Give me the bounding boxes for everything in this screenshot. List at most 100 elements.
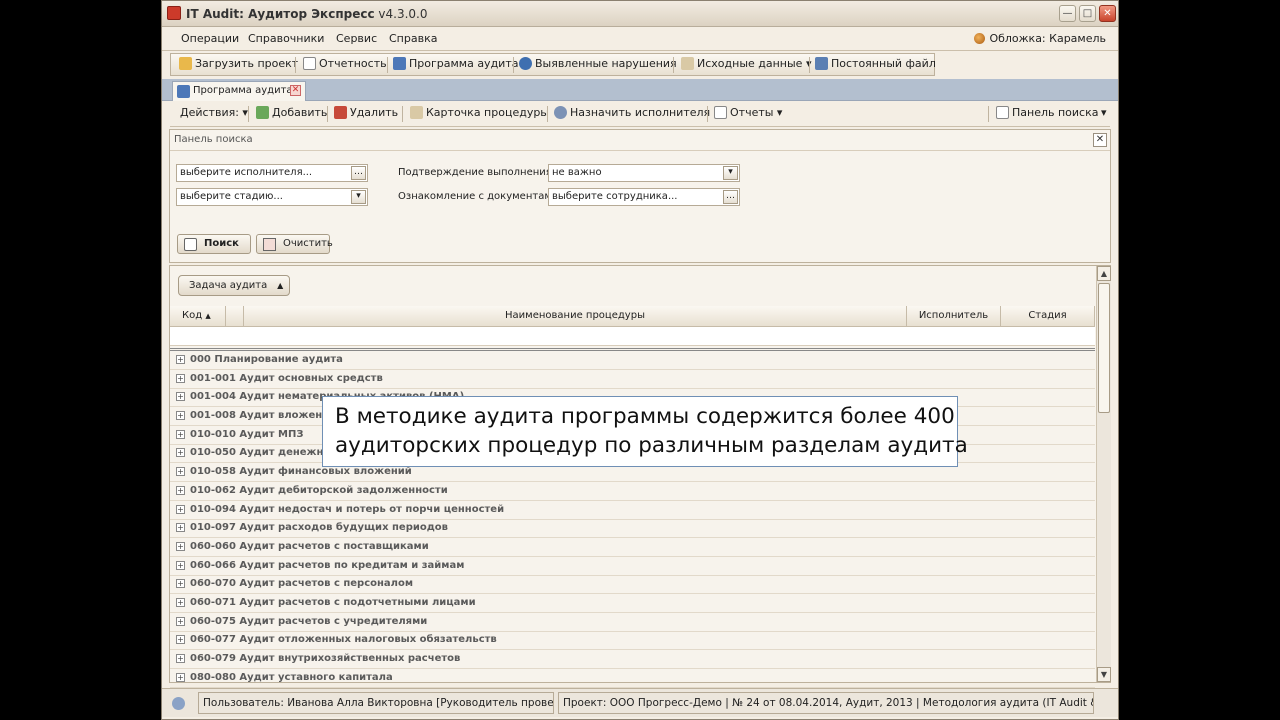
column-header-executor[interactable]: Исполнитель: [907, 306, 1001, 327]
reports-dropdown[interactable]: Отчеты ▾: [714, 106, 782, 119]
group-row[interactable]: +060-071 Аудит расчетов с подотчетными л…: [170, 594, 1095, 613]
ellipsis-icon[interactable]: …: [723, 190, 738, 204]
search-button[interactable]: Поиск: [177, 234, 251, 254]
maximize-icon[interactable]: □: [1079, 5, 1096, 22]
group-row[interactable]: +060-060 Аудит расчетов с поставщиками: [170, 538, 1095, 557]
group-row[interactable]: +060-066 Аудит расчетов по кредитам и за…: [170, 557, 1095, 576]
delete-icon: [334, 106, 347, 119]
expand-icon[interactable]: +: [176, 374, 185, 383]
expand-icon[interactable]: +: [176, 523, 185, 532]
source-data-button[interactable]: Исходные данные ▾: [681, 57, 811, 70]
permanent-file-button[interactable]: Постоянный файл: [815, 57, 936, 70]
skin-icon: [974, 33, 986, 44]
main-toolbar: Загрузить проект Отчетность Программа ау…: [170, 53, 936, 76]
menu-help[interactable]: Справка: [389, 32, 437, 45]
menu-service[interactable]: Сервис: [336, 32, 377, 45]
group-row[interactable]: +060-070 Аудит расчетов с персоналом: [170, 575, 1095, 594]
expand-icon[interactable]: +: [176, 561, 185, 570]
scroll-down-icon[interactable]: ▼: [1097, 667, 1111, 682]
group-row[interactable]: +080-080 Аудит уставного капитала: [170, 669, 1095, 688]
group-row[interactable]: +010-094 Аудит недостач и потерь от порч…: [170, 501, 1095, 520]
expand-icon[interactable]: +: [176, 355, 185, 364]
audit-program-button[interactable]: Программа аудита: [393, 57, 518, 70]
data-icon: [681, 57, 694, 70]
search-panel-button[interactable]: Панель поиска: [996, 106, 1099, 119]
expand-icon[interactable]: +: [176, 411, 185, 420]
load-project-button[interactable]: Загрузить проект: [179, 57, 298, 70]
expand-icon[interactable]: +: [176, 635, 185, 644]
reports-button[interactable]: Отчетность: [303, 57, 387, 70]
docs-field[interactable]: выберите сотрудника...…: [548, 188, 740, 206]
clear-button[interactable]: Очистить: [256, 234, 333, 254]
ellipsis-icon[interactable]: …: [351, 166, 366, 180]
confirm-label: Подтверждение выполнения:: [398, 167, 556, 178]
search-panel-close-icon[interactable]: ✕: [1093, 133, 1107, 147]
tab-audit-program[interactable]: Программа аудита ✕: [172, 81, 306, 101]
scroll-thumb[interactable]: [1098, 283, 1110, 413]
expand-icon[interactable]: +: [176, 598, 185, 607]
expand-icon[interactable]: +: [176, 392, 185, 401]
user-icon: [554, 106, 567, 119]
expand-icon[interactable]: +: [176, 673, 185, 682]
sort-asc-icon: ▲: [277, 281, 284, 290]
expand-icon[interactable]: +: [176, 617, 185, 626]
app-window: IT Audit: Аудитор Экспресс v4.3.0.0 — □ …: [161, 0, 1119, 720]
violations-button[interactable]: Выявленные нарушения: [519, 57, 677, 70]
scroll-up-icon[interactable]: ▲: [1097, 266, 1111, 281]
confirm-select[interactable]: не важно ▾: [548, 164, 740, 182]
assign-executor-button[interactable]: Назначить исполнителя: [554, 106, 710, 119]
chevron-down-icon[interactable]: ▾: [723, 166, 738, 180]
expand-icon[interactable]: +: [176, 486, 185, 495]
tab-label: Программа аудита: [193, 85, 293, 96]
search-icon: [184, 238, 197, 251]
column-header-stage[interactable]: Стадия: [1001, 306, 1095, 327]
expand-icon[interactable]: +: [176, 654, 185, 663]
app-logo-icon: [167, 6, 181, 20]
title-bar: IT Audit: Аудитор Экспресс v4.3.0.0 — □ …: [162, 1, 1118, 27]
expand-icon[interactable]: +: [176, 430, 185, 439]
group-by-chip[interactable]: Задача аудита ▲: [178, 275, 291, 296]
grid-toolbar: Действия: ▾ Добавить Удалить Карточка пр…: [170, 103, 1110, 127]
callout-line-1: В методике аудита программы содержится б…: [335, 404, 955, 429]
vertical-scrollbar[interactable]: ▲ ▼: [1096, 266, 1111, 682]
column-header-name[interactable]: Наименование процедуры: [244, 306, 907, 327]
stage-field[interactable]: выберите стадию... ▾: [176, 188, 368, 206]
status-user: Пользователь: Иванова Алла Викторовна [Р…: [198, 692, 554, 714]
report-icon: [303, 57, 316, 70]
group-row[interactable]: +000 Планирование аудита: [170, 351, 1095, 370]
report-icon: [714, 106, 727, 119]
add-button[interactable]: Добавить: [256, 106, 327, 119]
folder-icon: [179, 57, 192, 70]
group-row[interactable]: +060-077 Аудит отложенных налоговых обяз…: [170, 631, 1095, 650]
chevron-down-icon[interactable]: ▾: [351, 190, 366, 204]
close-icon[interactable]: ✕: [1099, 5, 1116, 22]
column-header-code[interactable]: Код ▲: [170, 306, 226, 327]
card-icon: [410, 106, 423, 119]
menu-references[interactable]: Справочники: [248, 32, 324, 45]
group-row[interactable]: +010-062 Аудит дебиторской задолженности: [170, 482, 1095, 501]
procedure-card-button[interactable]: Карточка процедуры: [410, 106, 549, 119]
skin-selector[interactable]: Обложка: Карамель: [974, 32, 1106, 45]
add-icon: [256, 106, 269, 119]
group-row[interactable]: +060-075 Аудит расчетов с учредителями: [170, 613, 1095, 632]
delete-button[interactable]: Удалить: [334, 106, 398, 119]
group-row[interactable]: +060-079 Аудит внутрихозяйственных расче…: [170, 650, 1095, 669]
minimize-icon[interactable]: —: [1059, 5, 1076, 22]
menu-operations[interactable]: Операции: [181, 32, 239, 45]
executor-field[interactable]: выберите исполнителя...…: [176, 164, 368, 182]
expand-icon[interactable]: +: [176, 467, 185, 476]
toolbar-overflow-icon[interactable]: ▾: [1101, 106, 1107, 119]
tab-close-icon[interactable]: ✕: [290, 85, 301, 96]
filter-row[interactable]: [170, 327, 1095, 346]
expand-icon[interactable]: +: [176, 448, 185, 457]
group-row[interactable]: +010-097 Аудит расходов будущих периодов: [170, 519, 1095, 538]
file-icon: [815, 57, 828, 70]
group-row[interactable]: +001-001 Аудит основных средств: [170, 370, 1095, 389]
expand-icon[interactable]: +: [176, 542, 185, 551]
search-icon: [996, 106, 1009, 119]
expand-icon[interactable]: +: [176, 579, 185, 588]
expand-icon[interactable]: +: [176, 505, 185, 514]
actions-dropdown[interactable]: Действия: ▾: [180, 106, 248, 119]
column-header-spacer: [226, 306, 244, 327]
tab-strip: Программа аудита ✕: [162, 79, 1118, 101]
